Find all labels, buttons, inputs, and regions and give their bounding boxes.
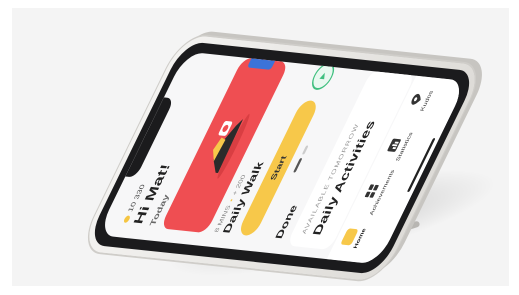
play-button[interactable] [307, 61, 339, 91]
product-shot-background: 10 330 Hi Mat! Today 8 MINS • + 200 Dail… [12, 8, 509, 286]
phone-bezel: 10 330 Hi Mat! Today 8 MINS • + 200 Dail… [85, 40, 479, 276]
separator: • [227, 198, 236, 203]
play-icon [319, 72, 325, 80]
carousel-dot-active[interactable] [293, 158, 303, 173]
shoe-illustration-icon [213, 113, 250, 179]
carousel-dot[interactable] [301, 145, 309, 155]
phone-frame: 10 330 Hi Mat! Today 8 MINS • + 200 Dail… [78, 34, 486, 282]
coin-icon [122, 215, 131, 223]
